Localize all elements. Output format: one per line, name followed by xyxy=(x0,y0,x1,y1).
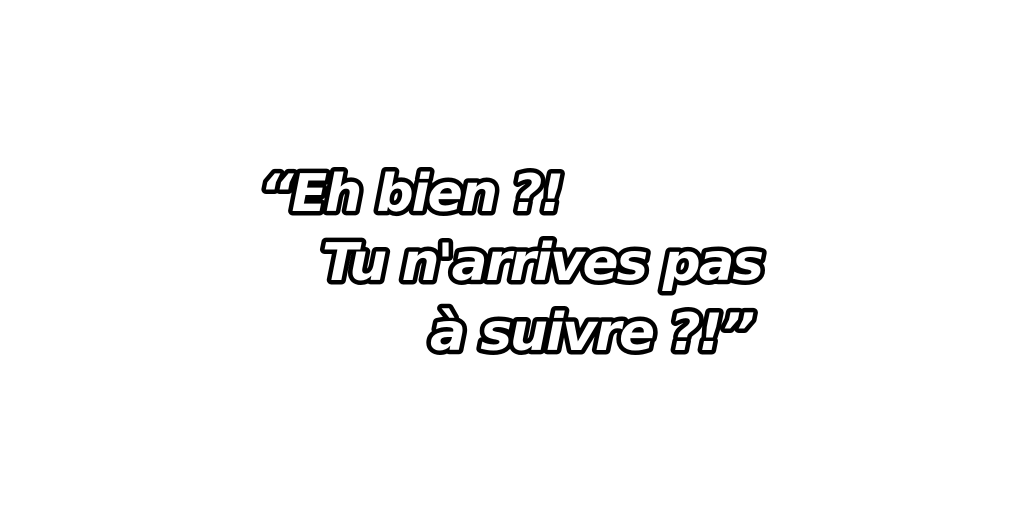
quote-line-2: Tu n'arrives pas xyxy=(322,233,763,293)
quote-text: “Eh bien ?! Tu n'arrives pas à suivre ?!… xyxy=(256,160,770,368)
canvas: “Eh bien ?! Tu n'arrives pas à suivre ?!… xyxy=(0,0,1024,512)
quote-line-3: à suivre ?!” xyxy=(430,303,754,363)
quote-line-1: “Eh bien ?! xyxy=(260,164,562,224)
